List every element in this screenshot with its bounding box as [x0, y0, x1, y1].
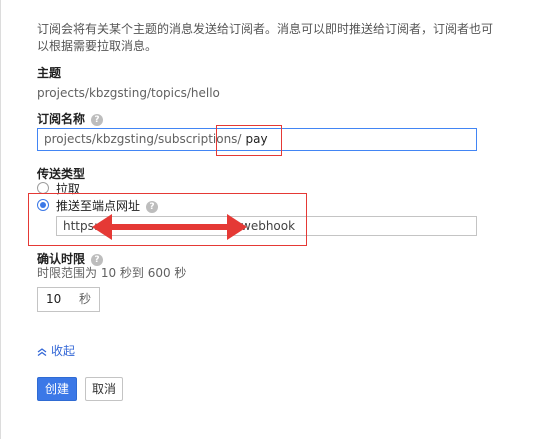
double-arrow-icon: [92, 214, 247, 240]
ack-deadline-unit: 秒: [78, 292, 91, 306]
cancel-button[interactable]: 取消: [85, 377, 123, 401]
create-subscription-panel: 订阅会将有关某个主题的消息发送给订阅者。消息可以即时推送给订阅者，订阅者也可以根…: [0, 0, 551, 439]
collapse-link-label: 收起: [51, 344, 76, 358]
chevron-up-icon: [37, 347, 47, 356]
create-button[interactable]: 创建: [37, 377, 77, 401]
ack-deadline-hint: 时限范围为 10 秒到 600 秒: [37, 266, 187, 280]
ack-deadline-input[interactable]: 10: [46, 292, 61, 306]
collapse-link[interactable]: 收起: [37, 342, 75, 359]
ack-deadline-field[interactable]: 10 秒: [37, 287, 100, 312]
